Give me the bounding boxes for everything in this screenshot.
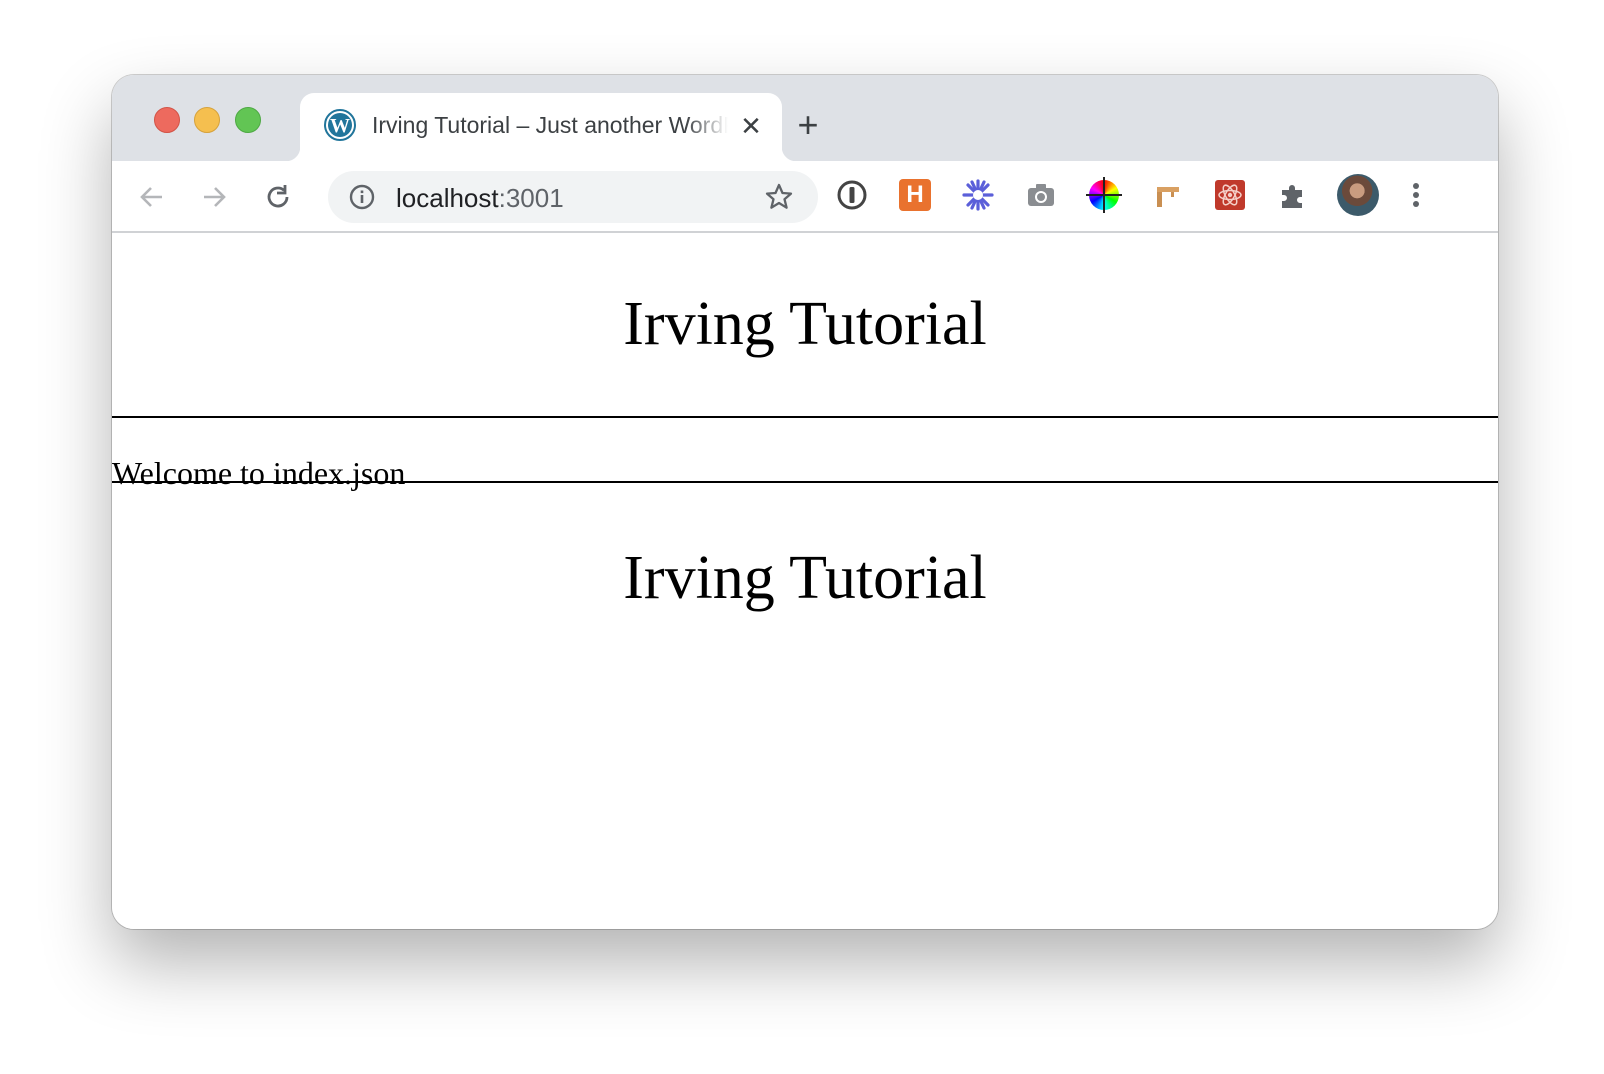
color-wheel-icon[interactable] — [1086, 177, 1122, 213]
active-tab[interactable]: W Irving Tutorial – Just another WordPre… — [286, 93, 796, 161]
welcome-text: Welcome to index.json — [112, 455, 406, 491]
zoom-window-button[interactable] — [235, 107, 261, 133]
url-host: localhost — [396, 183, 499, 213]
react-devtools-icon[interactable] — [1212, 177, 1248, 213]
footer-title: Irving Tutorial — [623, 544, 987, 612]
wordpress-icon: W — [324, 109, 356, 141]
header-title: Irving Tutorial — [623, 290, 987, 358]
profile-button[interactable] — [1336, 173, 1380, 217]
plus-icon[interactable]: + — [788, 105, 828, 145]
url-port: :3001 — [498, 183, 564, 213]
1password-icon[interactable] — [834, 177, 870, 213]
asterisk-extension-icon[interactable] — [960, 177, 996, 213]
browser-window: W Irving Tutorial – Just another WordPre… — [112, 75, 1498, 929]
back-arrow-icon[interactable] — [132, 177, 172, 217]
h-extension-badge: H — [899, 179, 931, 211]
close-window-button[interactable] — [154, 107, 180, 133]
close-icon[interactable]: ✕ — [736, 111, 766, 141]
page-content: Irving Tutorial Welcome to index.json Ir… — [112, 233, 1498, 929]
url-text[interactable]: localhost:3001 — [396, 183, 564, 214]
color-wheel-disc — [1086, 177, 1122, 213]
tab-strip: W Irving Tutorial – Just another WordPre… — [112, 75, 1498, 161]
star-icon[interactable] — [764, 182, 794, 212]
address-bar[interactable]: localhost:3001 — [328, 171, 818, 223]
forward-arrow-icon[interactable] — [194, 177, 234, 217]
signpost-icon[interactable] — [1149, 177, 1185, 213]
toolbar: localhost:3001 H — [112, 161, 1498, 233]
avatar — [1337, 174, 1379, 216]
header-divider — [112, 416, 1498, 418]
tab-title: Irving Tutorial – Just another WordPress… — [372, 112, 728, 138]
puzzle-icon[interactable] — [1275, 177, 1311, 213]
h-extension-icon[interactable]: H — [897, 177, 933, 213]
reload-icon[interactable] — [258, 177, 298, 217]
svg-text:W: W — [330, 115, 350, 137]
info-icon[interactable] — [348, 183, 376, 211]
camera-icon[interactable] — [1023, 177, 1059, 213]
minimize-window-button[interactable] — [194, 107, 220, 133]
more-vert-icon[interactable] — [1398, 177, 1434, 213]
footer-divider — [112, 481, 1498, 483]
